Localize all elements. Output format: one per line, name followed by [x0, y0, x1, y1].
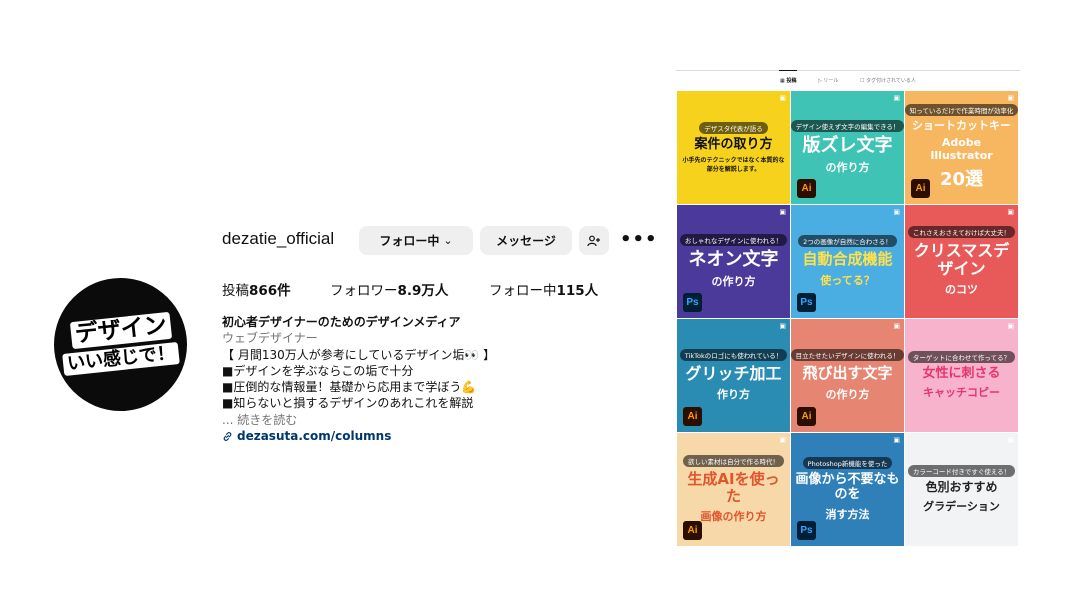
- post-tile[interactable]: カラーコード付きですぐ使える！ 色別おすすめ グラデーション ▣: [905, 433, 1018, 546]
- following-count[interactable]: フォロー中115人: [489, 279, 598, 299]
- post-tile-title: クリスマスデザイン: [913, 240, 1010, 278]
- post-tile-subtitle: 消す方法: [825, 507, 870, 521]
- carousel-icon: ▣: [1007, 436, 1014, 444]
- post-tile[interactable]: 目立たせたいデザインに使われる！ 飛び出す文字の作り方 Ai ▣: [791, 319, 904, 432]
- illustrator-icon: Ai: [683, 521, 702, 540]
- profile-avatar[interactable]: デザイン いい感じで！: [54, 278, 187, 411]
- posts-panel: ▦ 投稿 ▷ リール ☐ タグ付けされている人 デザスタ代表が語る 案件の取り方小…: [676, 70, 1020, 546]
- post-tile-caption: 目立たせたいデザインに使われる！: [791, 349, 904, 362]
- carousel-icon: ▣: [893, 208, 900, 216]
- more-options-icon[interactable]: •••: [620, 231, 658, 249]
- post-tile-caption: デザイン使えず文字の編集できる！: [791, 119, 904, 132]
- post-tile[interactable]: デザスタ代表が語る 案件の取り方 小手先のテクニックではなく本質的な部分を解説します…: [677, 91, 790, 204]
- followers-count[interactable]: フォロワー8.9万人: [330, 279, 448, 299]
- read-more-link[interactable]: ... 続きを読む: [222, 412, 642, 428]
- post-tile-title: ネオン文字: [688, 248, 779, 270]
- post-tile[interactable]: 欲しい素材は自分で作る時代！ 生成AIを使った画像の作り方 Ai ▣: [677, 433, 790, 546]
- post-tile[interactable]: おしゃれなデザインに使われる！ ネオン文字の作り方 Ps ▣: [677, 205, 790, 318]
- post-tile[interactable]: 2つの画像が自然に合わさる！ 自動合成機能使ってる？ Ps ▣: [791, 205, 904, 318]
- photoshop-icon: Ps: [797, 293, 816, 312]
- bio-name: 初心者デザイナーのためのデザインメディア: [222, 315, 461, 329]
- post-tile-caption: カラーコード付きですぐ使える！: [907, 465, 1016, 478]
- carousel-icon: ▣: [779, 436, 786, 444]
- post-tile-title: 生成AIを使った: [687, 469, 780, 505]
- photoshop-icon: Ps: [797, 521, 816, 540]
- post-tile[interactable]: 知っているだけで作業時間が効率化 ショートカットキー Adobe Illustrat…: [905, 91, 1018, 204]
- post-tile-caption: おしゃれなデザインに使われる！: [679, 233, 788, 246]
- post-tile-subtitle: の作り方: [825, 161, 870, 175]
- post-tile-caption: TikTokのロゴにも使われている！: [679, 348, 788, 361]
- post-tile-title: グリッチ加工: [685, 363, 782, 383]
- link-icon: [223, 431, 232, 441]
- posts-count: 投稿866件: [222, 283, 291, 299]
- bio-category: ウェブデザイナー: [222, 331, 318, 346]
- post-tile-caption: Photoshop新機能を使った: [802, 457, 893, 470]
- post-tile-caption: 欲しい素材は自分で作る時代！: [683, 454, 784, 467]
- carousel-icon: ▣: [779, 322, 786, 330]
- bio-line: ■知らないと損するデザインのあれこれを解説: [222, 396, 474, 411]
- photoshop-icon: Ps: [683, 293, 702, 312]
- profile-tabs: ▦ 投稿 ▷ リール ☐ タグ付けされている人: [676, 70, 1020, 90]
- post-tile-title: ショートカットキー: [912, 119, 1011, 133]
- post-tile-subtitle: 使ってる？: [820, 273, 875, 287]
- post-tile-caption: ターゲットに合わせて作ってる？: [907, 350, 1016, 363]
- tab-posts[interactable]: ▦ 投稿: [778, 70, 798, 84]
- post-tile-subtitle: グラデーション: [923, 499, 1000, 513]
- message-button[interactable]: メッセージ: [480, 226, 572, 255]
- post-tile-caption: デザスタ代表が語る: [699, 121, 768, 134]
- post-tile[interactable]: Photoshop新機能を使った画像から不要なものを消す方法 Ps ▣: [791, 433, 904, 546]
- post-tile-caption: 知っているだけで作業時間が効率化: [905, 104, 1018, 117]
- illustrator-icon: Ai: [683, 407, 702, 426]
- suggest-people-button[interactable]: [579, 226, 609, 255]
- post-tile[interactable]: ターゲットに合わせて作ってる？ 女性に刺さる キャッチコピー ▣: [905, 319, 1018, 432]
- post-tile-subtitle: Adobe Illustrator: [930, 135, 993, 162]
- bio-line: 【 月間130万人が参考にしているデザイン垢👀 】: [222, 347, 496, 362]
- post-tile[interactable]: TikTokのロゴにも使われている！ グリッチ加工作り方 Ai ▣: [677, 319, 790, 432]
- post-tile-caption: これさえおさえておけば大丈夫！: [908, 225, 1015, 238]
- carousel-icon: ▣: [893, 436, 900, 444]
- post-tile[interactable]: これさえおさえておけば大丈夫！ クリスマスデザインのコツ ▣: [905, 205, 1018, 318]
- bio-line: ■圧倒的な情報量！基礎から応用まで学ぼう💪: [222, 380, 477, 395]
- bio-line: ■デザインを学ぶならこの垢で十分: [222, 363, 414, 378]
- post-tile-extra: 20選: [939, 168, 984, 190]
- post-tile-title: 色別おすすめ: [925, 480, 998, 495]
- carousel-icon: ▣: [1007, 208, 1014, 216]
- post-tile-subtitle: キャッチコピー: [923, 386, 1000, 400]
- post-tile-caption: 2つの画像が自然に合わさる！: [798, 235, 897, 248]
- post-tile-title: 版ズレ文字: [802, 134, 893, 156]
- profile-bio: 初心者デザイナーのためのデザインメディア ウェブデザイナー 【 月間130万人が…: [222, 314, 642, 444]
- following-button-label: フォロー中: [379, 234, 440, 248]
- post-tile-title: 女性に刺さる: [922, 365, 1001, 381]
- post-tile-subtitle: 作り方: [717, 388, 750, 402]
- tab-reels[interactable]: ▷ リール: [818, 77, 838, 84]
- chevron-down-icon: ⌄: [443, 234, 453, 247]
- username: dezatie_official: [222, 229, 335, 248]
- post-tile-subtitle: 小手先のテクニックではなく本質的な部分を解説します。: [682, 157, 785, 174]
- post-tile-subtitle: 画像の作り方: [700, 510, 767, 524]
- carousel-icon: ▣: [893, 94, 900, 102]
- carousel-icon: ▣: [893, 322, 900, 330]
- posts-grid: デザスタ代表が語る 案件の取り方 小手先のテクニックではなく本質的な部分を解説します…: [677, 91, 1019, 546]
- illustrator-icon: Ai: [911, 179, 930, 198]
- carousel-icon: ▣: [779, 208, 786, 216]
- bio-website-text: dezasuta.com/columns: [237, 429, 392, 444]
- post-tile-subtitle: の作り方: [825, 387, 870, 401]
- post-tile-title: 画像から不要なものを: [795, 472, 900, 502]
- bio-website-link[interactable]: dezasuta.com/columns: [222, 428, 642, 444]
- post-tile[interactable]: デザイン使えず文字の編集できる！ 版ズレ文字の作り方 Ai ▣: [791, 91, 904, 204]
- carousel-icon: ▣: [1007, 322, 1014, 330]
- post-tile-title: 案件の取り方: [694, 136, 773, 152]
- carousel-icon: ▣: [1007, 94, 1014, 102]
- post-tile-title: 自動合成機能: [802, 250, 893, 269]
- illustrator-icon: Ai: [797, 179, 816, 198]
- carousel-icon: ▣: [779, 94, 786, 102]
- post-tile-subtitle: の作り方: [711, 275, 756, 289]
- following-button[interactable]: フォロー中 ⌄: [359, 226, 473, 255]
- post-tile-subtitle: のコツ: [945, 283, 978, 297]
- tab-tagged[interactable]: ☐ タグ付けされている人: [860, 77, 916, 84]
- illustrator-icon: Ai: [797, 407, 816, 426]
- post-tile-title: 飛び出す文字: [802, 364, 893, 383]
- add-person-icon: [587, 235, 600, 246]
